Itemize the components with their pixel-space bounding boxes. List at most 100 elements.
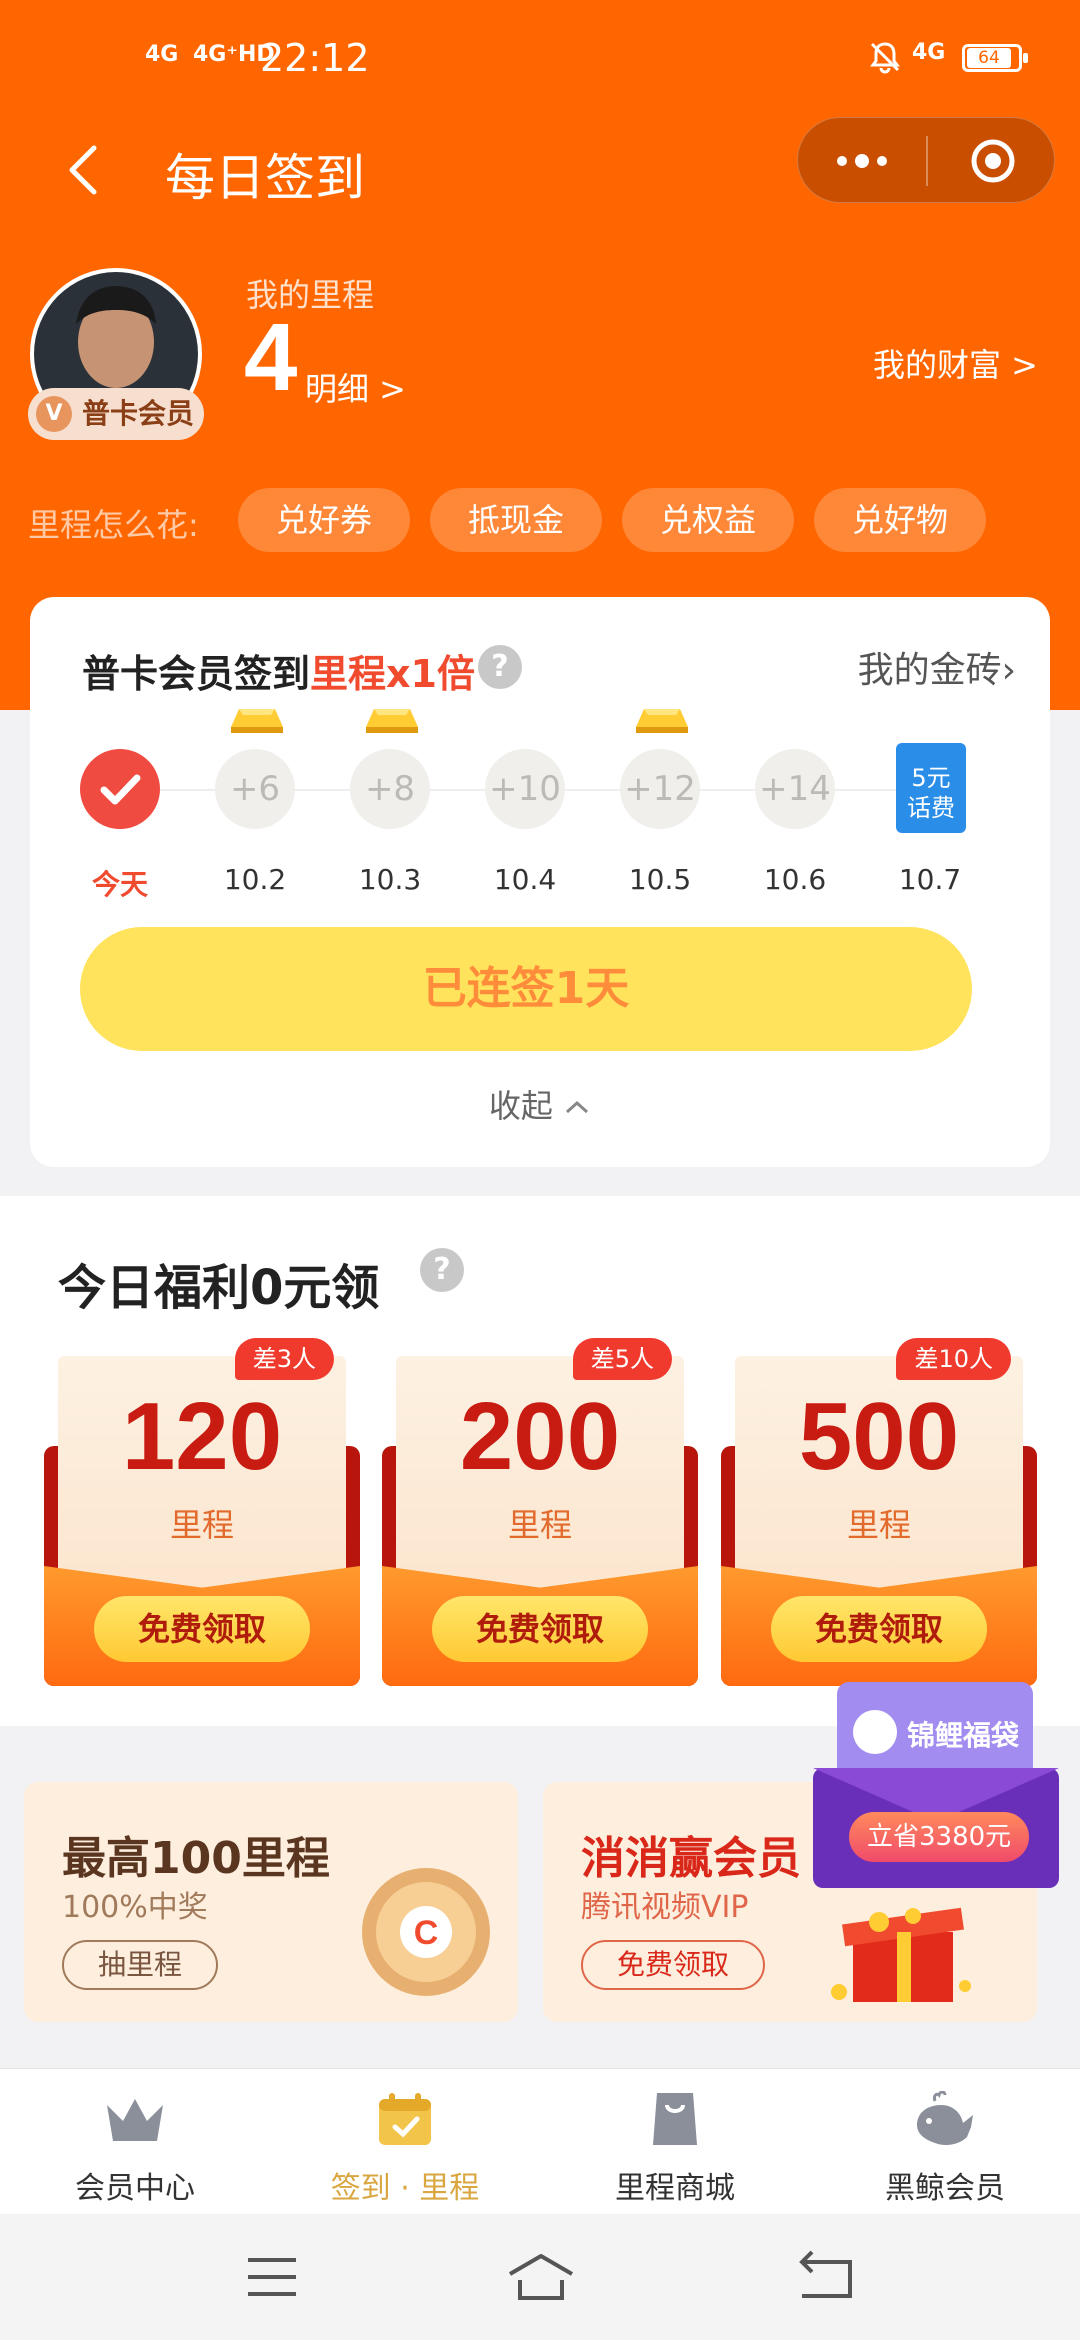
tab-member-center[interactable]: 会员中心 — [0, 2069, 270, 2215]
capsule-divider — [926, 136, 928, 186]
coupon-card: 120 里程 免费领取 差3人 — [44, 1338, 360, 1686]
member-level-label: 普卡会员 — [82, 397, 195, 430]
people-needed-badge: 差10人 — [896, 1338, 1011, 1380]
home-icon[interactable] — [506, 2250, 576, 2304]
day-reward: +14 — [755, 749, 835, 829]
day-date: 10.5 — [628, 863, 692, 896]
day-date: 10.7 — [898, 863, 962, 896]
tab-label: 黑鲸会员 — [885, 2171, 1005, 2206]
battery-icon: 64 — [962, 44, 1028, 72]
promo-button[interactable]: 抽里程 — [62, 1940, 219, 1990]
shopping-bag-icon — [653, 2093, 697, 2145]
mute-bell-icon — [870, 42, 900, 74]
status-bar: 4G 4G⁺HD 22:12 4G 64 — [0, 36, 1080, 86]
tab-label: 会员中心 — [75, 2171, 195, 2206]
signin-card-title: 普卡会员签到里程x1倍 — [82, 643, 475, 698]
day-reward: +6 — [215, 749, 295, 829]
calendar-check-icon — [379, 2093, 431, 2145]
lucky-bag-button[interactable]: 立省3380元 — [849, 1812, 1030, 1862]
promo-subtitle: 100%中奖 — [62, 1890, 208, 1925]
day-date: 今天 — [91, 868, 148, 901]
people-needed-badge: 差3人 — [234, 1338, 334, 1380]
network-indicator-right: 4G — [912, 40, 946, 65]
promo-button[interactable]: 免费领取 — [581, 1940, 766, 1990]
koi-logo-icon — [853, 1710, 897, 1754]
status-time: 22:12 — [260, 36, 370, 80]
spend-label: 里程怎么花: — [28, 506, 199, 544]
help-icon[interactable]: ? — [420, 1248, 464, 1292]
coupon-amount: 200 — [459, 1383, 621, 1490]
gold-brick-icon — [231, 709, 283, 733]
signin-title-prefix: 普卡会员签到 — [82, 652, 311, 696]
member-level-badge: V 普卡会员 — [28, 388, 204, 440]
tab-mileage-mall[interactable]: 里程商城 — [540, 2069, 810, 2215]
day-reward: +10 — [485, 749, 565, 829]
signin-card: 普卡会员签到里程x1倍 ? 我的金砖› 今天 +6 10.2 +8 10.3 +… — [30, 597, 1050, 1167]
close-target-icon[interactable] — [970, 138, 1016, 184]
day-10-4: +10 10.4 — [465, 705, 585, 896]
coupon-card: 500 里程 免费领取 差10人 — [721, 1338, 1037, 1686]
day-10-6: +14 10.6 — [735, 705, 855, 896]
coupon-unit: 里程 — [846, 1506, 911, 1544]
collapse-link[interactable]: 收起 — [30, 1081, 1050, 1127]
day-10-5: +12 10.5 — [600, 705, 720, 896]
svg-text:C: C — [414, 1914, 439, 1952]
lucky-bag-floating[interactable]: 锦鲤福袋 立省3380元 — [813, 1682, 1059, 1888]
lottery-wheel-icon: C — [362, 1868, 490, 1996]
collapse-label: 收起 — [488, 1087, 553, 1125]
claim-button[interactable]: 免费领取 — [771, 1596, 987, 1662]
checked-icon — [80, 749, 160, 829]
day-date: 10.6 — [763, 863, 827, 896]
spend-option-coupon[interactable]: 兑好券 — [238, 488, 410, 552]
day-date: 10.3 — [358, 863, 422, 896]
day-10-3: +8 10.3 — [330, 705, 450, 896]
day-reward: +12 — [620, 749, 700, 829]
help-icon[interactable]: ? — [478, 645, 522, 689]
day-10-7: 5元 话费 10.7 — [870, 705, 990, 896]
tab-label: 里程商城 — [615, 2171, 735, 2206]
more-dots-icon[interactable] — [834, 148, 890, 174]
spend-option-goods[interactable]: 兑好物 — [814, 488, 986, 552]
chevron-up-icon — [566, 1100, 589, 1114]
miniprogram-capsule — [797, 117, 1055, 203]
coupon-unit: 里程 — [169, 1506, 234, 1544]
page-title: 每日签到 — [165, 149, 365, 207]
coupon-unit: 里程 — [507, 1506, 572, 1544]
signin-calendar: 今天 +6 10.2 +8 10.3 +10 10.4 +12 10.5 +14… — [30, 705, 1050, 901]
signin-title-highlight: 里程x1倍 — [310, 652, 475, 696]
tab-black-whale-member[interactable]: 黑鲸会员 — [810, 2069, 1080, 2215]
people-needed-badge: 差5人 — [572, 1338, 672, 1380]
back-arrow-icon[interactable] — [60, 142, 110, 198]
menu-icon[interactable] — [242, 2250, 302, 2304]
gold-brick-icon — [366, 709, 418, 733]
spend-option-cash[interactable]: 抵现金 — [430, 488, 602, 552]
crown-icon — [107, 2099, 163, 2141]
day-today: 今天 — [60, 705, 180, 901]
claim-button[interactable]: 免费领取 — [94, 1596, 310, 1662]
streak-button[interactable]: 已连签1天 — [80, 927, 972, 1051]
claim-button[interactable]: 免费领取 — [432, 1596, 648, 1662]
my-gold-bricks-link[interactable]: 我的金砖› — [858, 641, 1016, 693]
gold-brick-icon — [636, 709, 688, 733]
network-indicator: 4G — [145, 42, 179, 67]
system-nav-bar — [0, 2214, 1080, 2340]
tab-signin-mileage[interactable]: 签到 · 里程 — [270, 2069, 540, 2215]
coupon-card: 200 里程 免费领取 差5人 — [382, 1338, 698, 1686]
day-10-2: +6 10.2 — [195, 705, 315, 896]
welfare-title: 今日福利0元领 — [58, 1260, 380, 1316]
coupon-amount: 500 — [798, 1383, 960, 1490]
welfare-section: 今日福利0元领 ? 120 里程 免费领取 差3人 200 里程 免费领取 差5… — [0, 1196, 1080, 1726]
coupon-amount: 120 — [121, 1383, 283, 1490]
day-date: 10.2 — [223, 863, 287, 896]
day-date: 10.4 — [493, 863, 557, 896]
my-wealth-link[interactable]: 我的财富 > — [873, 340, 1038, 386]
bottom-tab-bar: 会员中心 签到 · 里程 里程商城 黑鲸会员 — [0, 2068, 1080, 2214]
promo-lottery-card[interactable]: 最高100里程 100%中奖 抽里程 C — [24, 1782, 518, 2022]
whale-icon — [917, 2091, 973, 2145]
back-icon[interactable] — [796, 2250, 856, 2304]
spend-option-rights[interactable]: 兑权益 — [622, 488, 794, 552]
nav-bar: 每日签到 — [0, 112, 1080, 222]
promo-title: 消消赢会员 — [581, 1833, 801, 1884]
mileage-detail-link[interactable]: 明细 > — [305, 364, 406, 410]
day-reward: +8 — [350, 749, 430, 829]
